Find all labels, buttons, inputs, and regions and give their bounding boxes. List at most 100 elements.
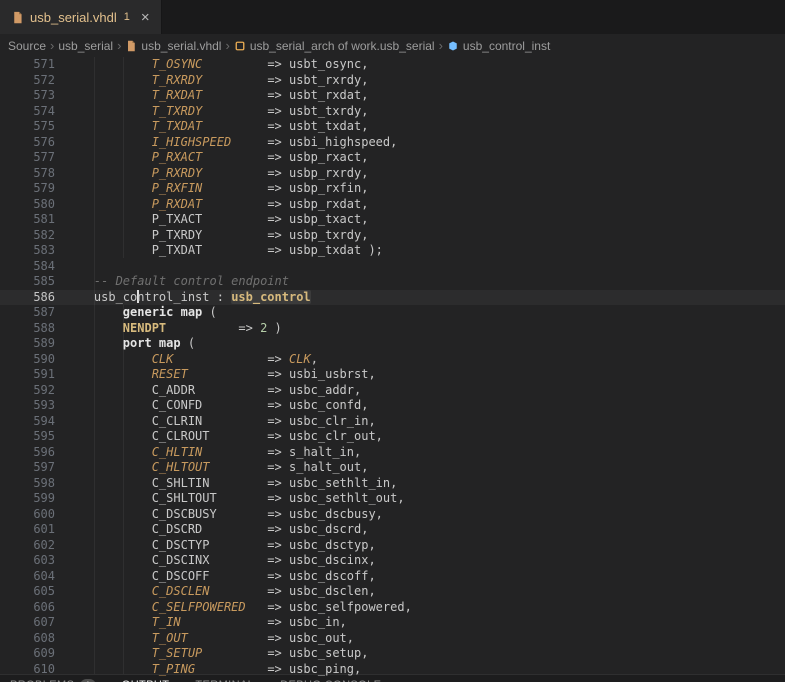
- line-number[interactable]: 591: [0, 367, 55, 383]
- code-line-595[interactable]: 595 C_CLROUT => usbc_clr_out,: [0, 429, 785, 445]
- breadcrumb-item[interactable]: usb_serial: [58, 39, 113, 53]
- code-line-596[interactable]: 596 C_HLTIN => s_halt_in,: [0, 445, 785, 461]
- line-number[interactable]: 605: [0, 584, 55, 600]
- code-line-574[interactable]: 574 T_TXRDY => usbt_txrdy,: [0, 104, 785, 120]
- breadcrumb-item[interactable]: usb_serial.vhdl: [125, 39, 221, 53]
- line-number[interactable]: 583: [0, 243, 55, 259]
- code-line-603[interactable]: 603 C_DSCINX => usbc_dscinx,: [0, 553, 785, 569]
- line-number[interactable]: 598: [0, 476, 55, 492]
- code-line-610[interactable]: 610 T_PING => usbc_ping,: [0, 662, 785, 678]
- line-number[interactable]: 588: [0, 321, 55, 337]
- code-line-597[interactable]: 597 C_HLTOUT => s_halt_out,: [0, 460, 785, 476]
- close-icon[interactable]: ×: [141, 10, 150, 25]
- file-icon: [11, 11, 24, 24]
- code-line-609[interactable]: 609 T_SETUP => usbc_setup,: [0, 646, 785, 662]
- line-text: T_OUT => usbc_out,: [55, 631, 354, 647]
- line-number[interactable]: 608: [0, 631, 55, 647]
- line-number[interactable]: 573: [0, 88, 55, 104]
- code-line-576[interactable]: 576 I_HIGHSPEED => usbi_highspeed,: [0, 135, 785, 151]
- line-number[interactable]: 594: [0, 414, 55, 430]
- line-number[interactable]: 585: [0, 274, 55, 290]
- editor[interactable]: 571 T_OSYNC => usbt_osync,572 T_RXRDY =>…: [0, 57, 785, 682]
- line-number[interactable]: 584: [0, 259, 55, 275]
- code-line-580[interactable]: 580 P_RXDAT => usbp_rxdat,: [0, 197, 785, 213]
- code-line-599[interactable]: 599 C_SHLTOUT => usbc_sethlt_out,: [0, 491, 785, 507]
- code-line-608[interactable]: 608 T_OUT => usbc_out,: [0, 631, 785, 647]
- code-line-604[interactable]: 604 C_DSCOFF => usbc_dscoff,: [0, 569, 785, 585]
- line-number[interactable]: 607: [0, 615, 55, 631]
- line-number[interactable]: 586: [0, 290, 55, 306]
- line-number[interactable]: 597: [0, 460, 55, 476]
- code-line-607[interactable]: 607 T_IN => usbc_in,: [0, 615, 785, 631]
- code-line-582[interactable]: 582 P_TXRDY => usbp_txrdy,: [0, 228, 785, 244]
- breadcrumb-item[interactable]: Source: [8, 39, 46, 53]
- code-line-589[interactable]: 589 port map (: [0, 336, 785, 352]
- code-line-605[interactable]: 605 C_DSCLEN => usbc_dsclen,: [0, 584, 785, 600]
- line-number[interactable]: 587: [0, 305, 55, 321]
- line-number[interactable]: 582: [0, 228, 55, 244]
- breadcrumb-separator: ›: [439, 38, 443, 53]
- code-line-587[interactable]: 587 generic map (: [0, 305, 785, 321]
- line-number[interactable]: 599: [0, 491, 55, 507]
- line-number[interactable]: 603: [0, 553, 55, 569]
- line-number[interactable]: 609: [0, 646, 55, 662]
- code-line-598[interactable]: 598 C_SHLTIN => usbc_sethlt_in,: [0, 476, 785, 492]
- line-text: generic map (: [55, 305, 217, 321]
- line-number[interactable]: 581: [0, 212, 55, 228]
- line-number[interactable]: 601: [0, 522, 55, 538]
- line-number[interactable]: 602: [0, 538, 55, 554]
- code-line-592[interactable]: 592 C_ADDR => usbc_addr,: [0, 383, 785, 399]
- code-line-590[interactable]: 590 CLK => CLK,: [0, 352, 785, 368]
- line-text: C_HLTOUT => s_halt_out,: [55, 460, 368, 476]
- line-number[interactable]: 590: [0, 352, 55, 368]
- line-number[interactable]: 578: [0, 166, 55, 182]
- line-text: P_TXACT => usbp_txact,: [55, 212, 368, 228]
- code-line-577[interactable]: 577 P_RXACT => usbp_rxact,: [0, 150, 785, 166]
- line-text: P_TXDAT => usbp_txdat );: [55, 243, 383, 259]
- line-number[interactable]: 580: [0, 197, 55, 213]
- code-line-591[interactable]: 591 RESET => usbi_usbrst,: [0, 367, 785, 383]
- line-number[interactable]: 574: [0, 104, 55, 120]
- code-line-584[interactable]: 584: [0, 259, 785, 275]
- line-number[interactable]: 600: [0, 507, 55, 523]
- code-line-578[interactable]: 578 P_RXRDY => usbp_rxrdy,: [0, 166, 785, 182]
- code-line-583[interactable]: 583 P_TXDAT => usbp_txdat );: [0, 243, 785, 259]
- line-number[interactable]: 595: [0, 429, 55, 445]
- line-number[interactable]: 571: [0, 57, 55, 73]
- code-line-593[interactable]: 593 C_CONFD => usbc_confd,: [0, 398, 785, 414]
- code-line-600[interactable]: 600 C_DSCBUSY => usbc_dscbusy,: [0, 507, 785, 523]
- code-line-579[interactable]: 579 P_RXFIN => usbp_rxfin,: [0, 181, 785, 197]
- line-number[interactable]: 576: [0, 135, 55, 151]
- line-number[interactable]: 589: [0, 336, 55, 352]
- line-number[interactable]: 596: [0, 445, 55, 461]
- code-line-575[interactable]: 575 T_TXDAT => usbt_txdat,: [0, 119, 785, 135]
- code-line-573[interactable]: 573 T_RXDAT => usbt_rxdat,: [0, 88, 785, 104]
- line-number[interactable]: 610: [0, 662, 55, 678]
- line-text: C_CLROUT => usbc_clr_out,: [55, 429, 383, 445]
- code-line-585[interactable]: 585 -- Default control endpoint: [0, 274, 785, 290]
- line-number[interactable]: 579: [0, 181, 55, 197]
- tab-usb-serial-vhdl[interactable]: usb_serial.vhdl 1 ×: [0, 0, 162, 34]
- line-number[interactable]: 572: [0, 73, 55, 89]
- code-line-602[interactable]: 602 C_DSCTYP => usbc_dsctyp,: [0, 538, 785, 554]
- line-number[interactable]: 577: [0, 150, 55, 166]
- breadcrumb-item[interactable]: usb_control_inst: [447, 39, 550, 53]
- breadcrumb-item[interactable]: usb_serial_arch of work.usb_serial: [234, 39, 435, 53]
- code-line-586[interactable]: 586 usb_control_inst : usb_control: [0, 290, 785, 306]
- breadcrumb-separator: ›: [225, 38, 229, 53]
- line-number[interactable]: 604: [0, 569, 55, 585]
- breadcrumb-label: usb_serial_arch of work.usb_serial: [250, 39, 435, 53]
- code-line-571[interactable]: 571 T_OSYNC => usbt_osync,: [0, 57, 785, 73]
- line-text: T_RXRDY => usbt_rxrdy,: [55, 73, 368, 89]
- line-number[interactable]: 606: [0, 600, 55, 616]
- line-number[interactable]: 592: [0, 383, 55, 399]
- code-line-588[interactable]: 588 NENDPT => 2 ): [0, 321, 785, 337]
- code-line-594[interactable]: 594 C_CLRIN => usbc_clr_in,: [0, 414, 785, 430]
- line-number[interactable]: 593: [0, 398, 55, 414]
- code-line-601[interactable]: 601 C_DSCRD => usbc_dscrd,: [0, 522, 785, 538]
- code-line-606[interactable]: 606 C_SELFPOWERED => usbc_selfpowered,: [0, 600, 785, 616]
- code-line-581[interactable]: 581 P_TXACT => usbp_txact,: [0, 212, 785, 228]
- code-line-572[interactable]: 572 T_RXRDY => usbt_rxrdy,: [0, 73, 785, 89]
- line-number[interactable]: 575: [0, 119, 55, 135]
- file-icon: [125, 40, 137, 52]
